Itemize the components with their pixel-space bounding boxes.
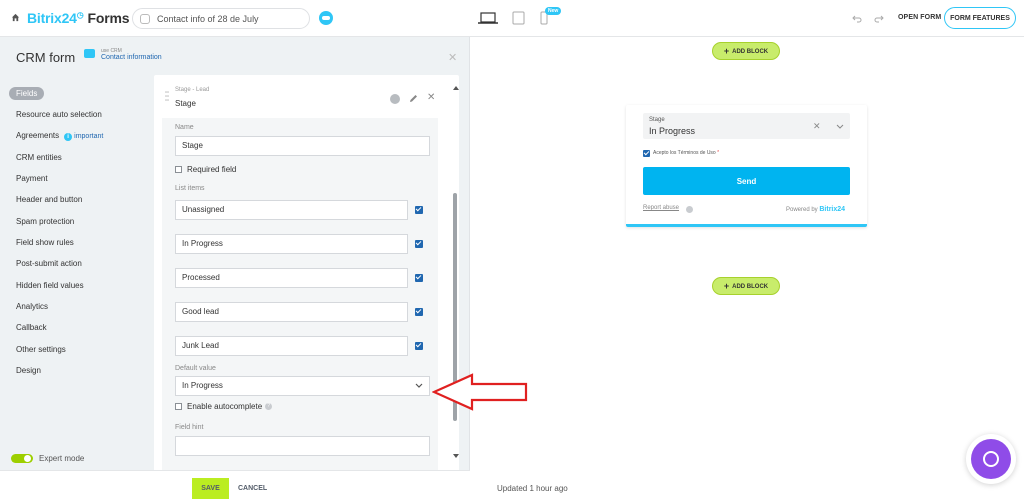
undo-icon[interactable] xyxy=(852,13,862,23)
sidebar-item-design[interactable]: Design xyxy=(16,366,41,375)
expert-mode-label: Expert mode xyxy=(39,454,85,463)
list-item-checkbox[interactable] xyxy=(415,240,423,248)
list-item-checkbox[interactable] xyxy=(415,274,423,282)
remove-field-icon[interactable]: ✕ xyxy=(427,92,435,103)
form-icon xyxy=(140,14,150,24)
chevron-down-icon xyxy=(415,383,423,388)
laptop-icon[interactable] xyxy=(478,12,498,24)
redo-icon[interactable] xyxy=(874,13,884,23)
tablet-icon[interactable] xyxy=(512,11,525,25)
important-badge[interactable]: important xyxy=(74,133,103,140)
field-settings: Name Stage Required field List items Una… xyxy=(162,118,438,499)
required-field-checkbox[interactable] xyxy=(175,166,182,173)
chat-widget-button[interactable] xyxy=(966,434,1016,484)
list-item-input[interactable]: Processed xyxy=(175,268,408,288)
sidebar-item-resource-auto-selection[interactable]: Resource auto selection xyxy=(16,110,102,119)
clock-icon: ◷ xyxy=(76,10,84,20)
updated-status: Updated 1 hour ago xyxy=(497,484,568,493)
help-icon[interactable]: ? xyxy=(265,403,273,411)
terms-label: Acepto los Términos de Uso * xyxy=(653,150,720,156)
stage-select-value: In Progress xyxy=(649,126,696,136)
settings-panel: CRM form use CRM Contact information ✕ F… xyxy=(0,37,470,503)
autocomplete-checkbox[interactable] xyxy=(175,403,182,410)
report-abuse-link[interactable]: Report abuse xyxy=(643,205,679,211)
home-icon[interactable] xyxy=(11,13,20,22)
form-preview: + ADD BLOCK Stage In Progress ✕ Acepto lo… xyxy=(470,37,1024,503)
info-icon: i xyxy=(64,133,73,141)
new-badge: New xyxy=(545,7,562,15)
sidebar-item-agreements[interactable]: Agreements i important xyxy=(16,131,103,141)
brand-logo[interactable]: Bitrix24◷ Forms xyxy=(27,10,130,26)
field-name-heading: Stage xyxy=(175,99,196,108)
stage-select[interactable]: Stage In Progress ✕ xyxy=(643,113,850,139)
save-button[interactable]: SAVE xyxy=(192,478,229,499)
field-header: Stage - Lead Stage ✕ xyxy=(154,75,459,116)
sidebar-item-field-show-rules[interactable]: Field show rules xyxy=(16,238,74,247)
list-item-input[interactable]: Unassigned xyxy=(175,200,408,220)
plus-icon: + xyxy=(723,46,730,56)
sidebar-item-analytics[interactable]: Analytics xyxy=(16,302,48,311)
field-editor-card: Stage - Lead Stage ✕ Name Stage Required… xyxy=(154,75,459,499)
panel-subtitle-link[interactable]: Contact information xyxy=(101,54,162,61)
sidebar-item-callback[interactable]: Callback xyxy=(16,323,47,332)
required-field-label: Required field xyxy=(187,165,237,174)
sidebar-item-spam-protection[interactable]: Spam protection xyxy=(16,217,74,226)
plus-icon: + xyxy=(723,281,730,291)
stage-select-label: Stage xyxy=(649,117,665,123)
help-icon[interactable] xyxy=(686,206,693,213)
close-icon[interactable]: ✕ xyxy=(448,51,457,64)
send-button[interactable]: Send xyxy=(643,167,850,195)
scroll-up-arrow[interactable] xyxy=(453,86,459,90)
list-item-input[interactable]: Junk Lead xyxy=(175,336,408,356)
chevron-down-icon xyxy=(836,124,844,129)
open-form-link[interactable]: OPEN FORM xyxy=(898,14,941,21)
sidebar-item-payment[interactable]: Payment xyxy=(16,174,48,183)
list-item-input[interactable]: Good lead xyxy=(175,302,408,322)
name-label: Name xyxy=(175,124,194,131)
list-item-input[interactable]: In Progress xyxy=(175,234,408,254)
crm-icon xyxy=(84,49,95,58)
sidebar-item-header-and-button[interactable]: Header and button xyxy=(16,195,82,204)
pencil-icon[interactable] xyxy=(409,94,418,103)
field-hint-input[interactable] xyxy=(175,436,430,456)
add-block-button[interactable]: + ADD BLOCK xyxy=(712,277,780,295)
sidebar-item-hidden-field-values[interactable]: Hidden field values xyxy=(16,281,84,290)
drag-handle-icon[interactable] xyxy=(165,91,169,101)
list-item-checkbox[interactable] xyxy=(415,342,423,350)
top-bar: Bitrix24◷ Forms Contact info of 28 de Jul… xyxy=(0,0,1024,37)
panel-title: CRM form xyxy=(16,50,76,65)
autocomplete-label: Enable autocomplete? xyxy=(187,402,273,411)
list-item-checkbox[interactable] xyxy=(415,206,423,214)
add-block-button[interactable]: + ADD BLOCK xyxy=(712,42,780,60)
form-features-button[interactable]: FORM FEATURES xyxy=(944,7,1016,29)
preview-form-card: Stage In Progress ✕ Acepto los Términos … xyxy=(626,105,867,227)
cloud-save-icon xyxy=(319,11,333,25)
user-icon[interactable] xyxy=(390,94,400,104)
chat-icon xyxy=(971,439,1011,479)
field-type-label: Stage - Lead xyxy=(175,87,210,93)
list-items-label: List items xyxy=(175,185,205,192)
powered-by: Powered by Bitrix24 xyxy=(786,206,846,213)
sidebar-item-crm-entities[interactable]: CRM entities xyxy=(16,153,62,162)
cancel-button[interactable]: CANCEL xyxy=(238,485,267,492)
name-input[interactable]: Stage xyxy=(175,136,430,156)
sidebar-item-fields[interactable]: Fields xyxy=(9,87,45,100)
sidebar-item-other-settings[interactable]: Other settings xyxy=(16,345,66,354)
panel-footer: SAVE CANCEL xyxy=(0,470,470,503)
default-value-select[interactable]: In Progress xyxy=(175,376,430,396)
form-title-input[interactable]: Contact info of 28 de July xyxy=(132,8,310,29)
expert-mode-toggle[interactable] xyxy=(11,454,33,463)
terms-checkbox[interactable] xyxy=(643,150,650,157)
clear-icon[interactable]: ✕ xyxy=(813,121,821,132)
annotation-arrow-icon xyxy=(432,373,528,411)
sidebar-item-post-submit-action[interactable]: Post-submit action xyxy=(16,259,82,268)
list-item-checkbox[interactable] xyxy=(415,308,423,316)
field-hint-label: Field hint xyxy=(175,424,204,431)
default-value-text: In Progress xyxy=(182,381,223,390)
scroll-down-arrow[interactable] xyxy=(453,454,459,458)
default-value-label: Default value xyxy=(175,365,216,372)
